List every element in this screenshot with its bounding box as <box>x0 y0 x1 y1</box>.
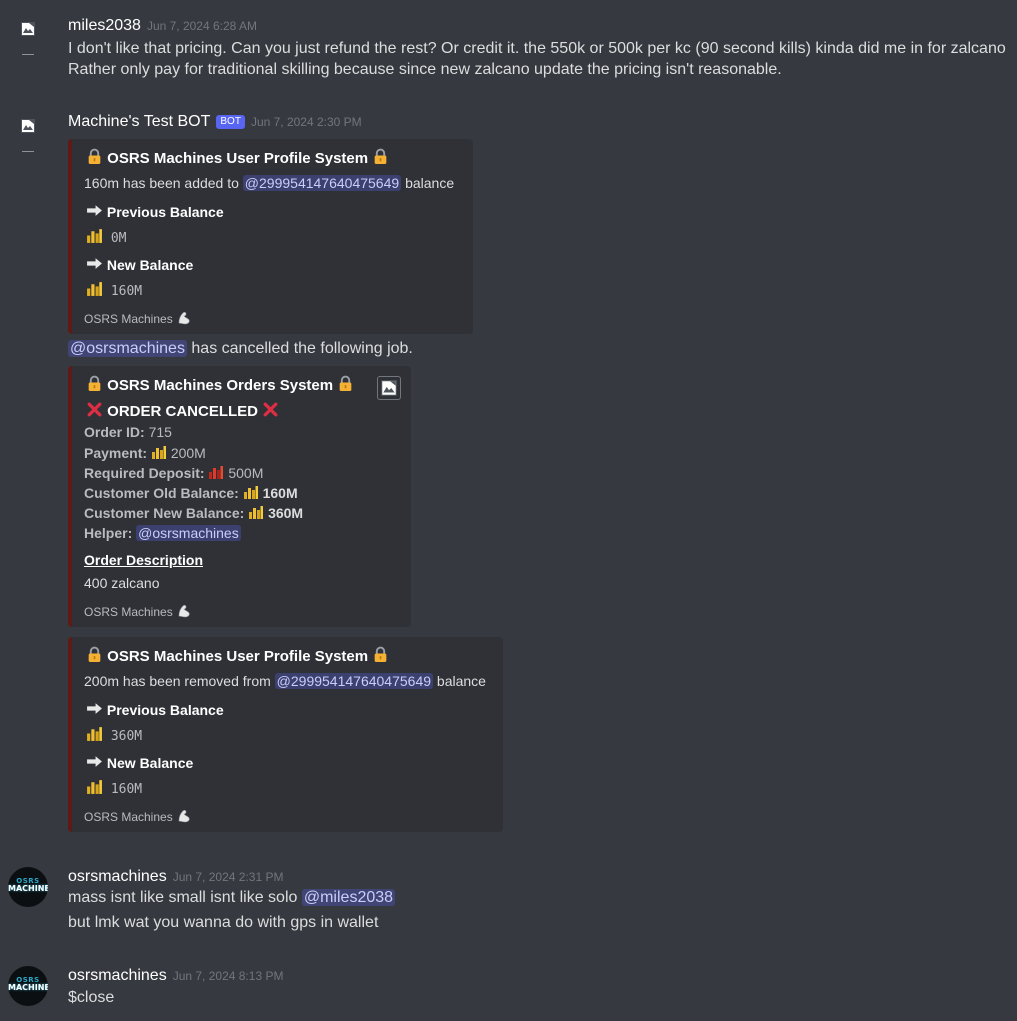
description-heading: Order Description <box>84 552 204 568</box>
coins-icon <box>86 227 103 244</box>
old-balance-row: Customer Old Balance: 160M <box>84 484 298 501</box>
flexed-arm-icon <box>176 807 192 823</box>
broken-image-icon <box>380 379 398 397</box>
embed-title: OSRS Machines User Profile System <box>86 646 389 665</box>
cancel-notice: @osrsmachines has cancelled the followin… <box>68 340 413 357</box>
username[interactable]: Machine's Test BOT <box>68 113 210 130</box>
lock-icon <box>372 646 389 663</box>
field-value: 360M <box>86 725 142 744</box>
username[interactable]: osrsmachines <box>68 967 167 984</box>
user-mention[interactable]: @osrsmachines <box>136 525 241 541</box>
user-mention[interactable]: @299954147640475649 <box>242 175 402 191</box>
coins-icon <box>86 280 103 297</box>
broken-image-icon <box>20 21 36 37</box>
message-osrsmachines-1: OSRS MACHINES osrsmachines Jun 7, 2024 2:… <box>0 867 1017 937</box>
embed-profile-removed: OSRS Machines User Profile System 200m h… <box>68 637 503 832</box>
coins-icon <box>86 725 103 742</box>
avatar[interactable] <box>8 113 48 153</box>
message-osrsmachines-2: OSRS MACHINES osrsmachines Jun 7, 2024 8:… <box>0 966 1017 1016</box>
flexed-arm-icon <box>176 602 192 618</box>
arrow-right-icon <box>86 700 103 717</box>
timestamp[interactable]: Jun 7, 2024 2:30 PM <box>251 115 362 129</box>
deposit-row: Required Deposit: 500M <box>84 464 264 481</box>
user-mention[interactable]: @osrsmachines <box>68 340 187 357</box>
avatar[interactable] <box>8 16 48 56</box>
embed-description: 160m has been added to @2999541476404756… <box>84 175 455 191</box>
field-name: Previous Balance <box>86 700 224 718</box>
embed-description: 200m has been removed from @299954147640… <box>84 673 486 689</box>
lock-icon <box>86 646 103 663</box>
message-bot: Machine's Test BOT BOT Jun 7, 2024 2:30 PM… <box>0 113 1017 838</box>
embed-profile-added: OSRS Machines User Profile System 160m h… <box>68 139 473 334</box>
user-mention[interactable]: @miles2038 <box>301 889 396 906</box>
embed-footer: OSRS Machines <box>84 309 192 326</box>
field-name: New Balance <box>86 753 193 771</box>
payment-row: Payment: 200M <box>84 444 206 461</box>
user-mention[interactable]: @299954147640475649 <box>274 673 434 689</box>
embed-order-cancelled: OSRS Machines Orders System ORDER CANCEL… <box>68 366 411 627</box>
coins-icon <box>86 778 103 795</box>
field-value: 160M <box>86 778 142 797</box>
message-miles2038-1: miles2038 Jun 7, 2024 6:28 AM I don't lik… <box>0 16 1017 86</box>
embed-title: OSRS Machines User Profile System <box>86 148 389 167</box>
timestamp[interactable]: Jun 7, 2024 8:13 PM <box>173 969 284 983</box>
message-text: but lmk wat you wanna do with gps in wal… <box>68 914 379 931</box>
message-text: $close <box>68 989 115 1006</box>
embed-footer: OSRS Machines <box>84 602 192 619</box>
bot-tag: BOT <box>216 115 245 129</box>
new-balance-row: Customer New Balance: 360M <box>84 504 304 521</box>
message-text: Rather only pay for traditional skilling… <box>68 61 782 78</box>
flexed-arm-icon <box>176 309 192 325</box>
lock-icon <box>86 375 103 392</box>
description-text: 400 zalcano <box>84 575 160 591</box>
avatar[interactable]: OSRS MACHINES <box>8 867 48 907</box>
order-id-row: Order ID: 715 <box>84 424 172 440</box>
coins-icon <box>248 504 264 520</box>
message-text: mass isnt like small isnt like solo @mil… <box>68 889 396 906</box>
username[interactable]: miles2038 <box>68 17 141 34</box>
field-value: 0M <box>86 227 126 246</box>
username[interactable]: osrsmachines <box>68 868 167 885</box>
lock-icon <box>86 148 103 165</box>
avatar[interactable]: OSRS MACHINES <box>8 966 48 1006</box>
arrow-right-icon <box>86 753 103 770</box>
field-value: 160M <box>86 280 142 299</box>
field-name: Previous Balance <box>86 202 224 220</box>
timestamp[interactable]: Jun 7, 2024 6:28 AM <box>147 19 257 33</box>
cross-mark-icon <box>262 401 279 418</box>
timestamp[interactable]: Jun 7, 2024 2:31 PM <box>173 870 284 884</box>
embed-footer: OSRS Machines <box>84 807 192 824</box>
field-name: New Balance <box>86 255 193 273</box>
embed-thumbnail[interactable] <box>377 376 401 400</box>
broken-image-icon <box>20 118 36 134</box>
red-coins-icon <box>208 464 224 480</box>
arrow-right-icon <box>86 255 103 272</box>
cross-mark-icon <box>86 401 103 418</box>
helper-row: Helper: @osrsmachines <box>84 525 241 541</box>
coins-icon <box>151 444 167 460</box>
embed-subtitle: ORDER CANCELLED <box>86 401 279 420</box>
coins-icon <box>243 484 259 500</box>
arrow-right-icon <box>86 202 103 219</box>
lock-icon <box>372 148 389 165</box>
message-text: I don't like that pricing. Can you just … <box>68 40 1006 57</box>
lock-icon <box>337 375 354 392</box>
embed-title: OSRS Machines Orders System <box>86 375 354 394</box>
